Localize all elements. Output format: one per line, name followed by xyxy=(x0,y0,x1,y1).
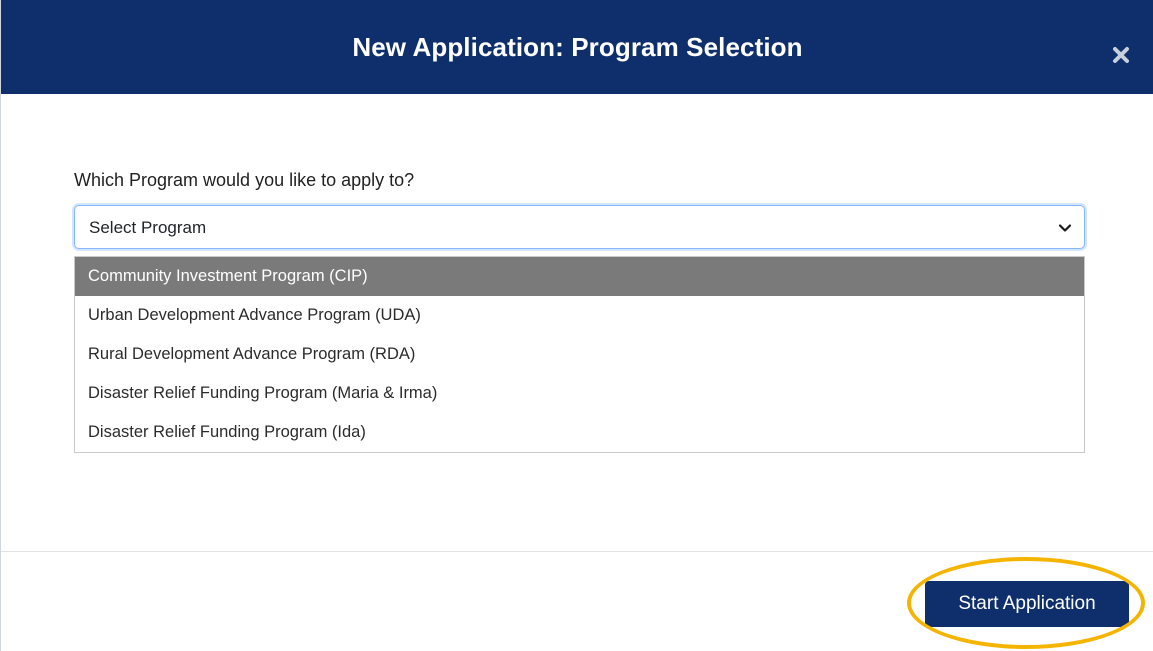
program-selection-modal: New Application: Program Selection Which… xyxy=(0,0,1153,651)
option-ida[interactable]: Disaster Relief Funding Program (Ida) xyxy=(75,413,1084,452)
option-rda[interactable]: Rural Development Advance Program (RDA) xyxy=(75,335,1084,374)
modal-title: New Application: Program Selection xyxy=(352,32,803,62)
option-cip[interactable]: Community Investment Program (CIP) xyxy=(75,257,1084,296)
close-icon xyxy=(1113,47,1129,63)
program-select[interactable]: Select Program xyxy=(74,205,1085,249)
option-maria-irma[interactable]: Disaster Relief Funding Program (Maria &… xyxy=(75,374,1084,413)
modal-header: New Application: Program Selection xyxy=(1,0,1153,94)
option-uda[interactable]: Urban Development Advance Program (UDA) xyxy=(75,296,1084,335)
close-button[interactable] xyxy=(1108,42,1134,68)
start-application-button[interactable]: Start Application xyxy=(925,581,1129,627)
program-options-list: Community Investment Program (CIP) Urban… xyxy=(74,256,1085,453)
select-value: Select Program xyxy=(89,218,207,237)
program-question-label: Which Program would you like to apply to… xyxy=(74,170,415,190)
chevron-down-icon xyxy=(1058,224,1072,232)
footer-divider xyxy=(1,551,1153,552)
